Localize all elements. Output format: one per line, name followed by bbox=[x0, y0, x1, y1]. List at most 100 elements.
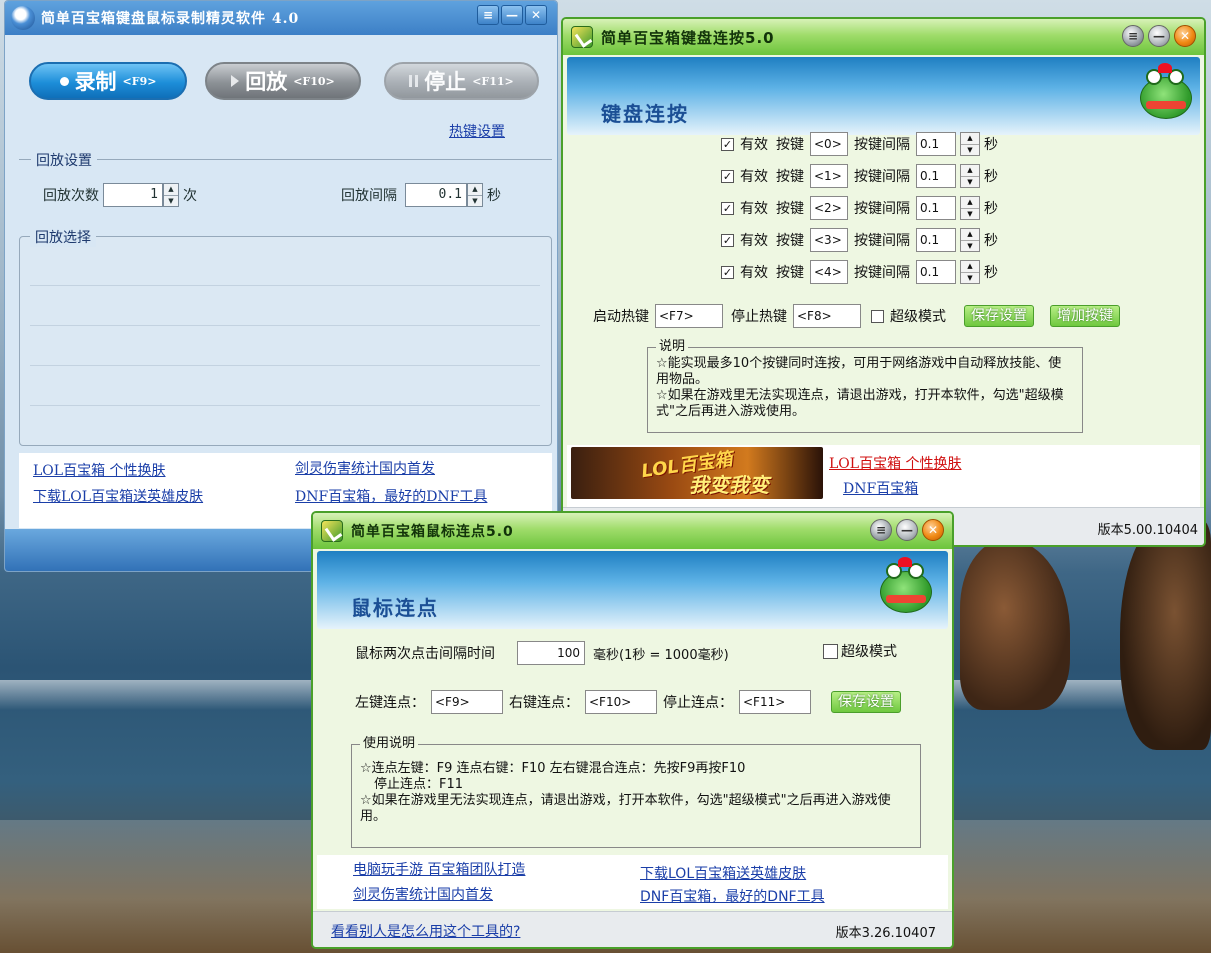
spin-down-icon[interactable]: ▼ bbox=[961, 176, 979, 188]
recorder-titlebar[interactable]: 简单百宝箱键盘鼠标录制精灵软件 4.0 ≡ — ✕ bbox=[5, 1, 557, 35]
spin-up-icon[interactable]: ▲ bbox=[961, 197, 979, 208]
interval-input[interactable]: 0.1 bbox=[916, 260, 956, 284]
spin-down-icon[interactable]: ▼ bbox=[961, 240, 979, 252]
save-settings-button[interactable]: 保存设置 bbox=[831, 691, 901, 713]
click-interval-unit: 毫秒(1秒 = 1000毫秒) bbox=[593, 647, 729, 663]
usage-video-link[interactable]: 看看别人是怎么用这个工具的? bbox=[331, 921, 520, 941]
dnf-link[interactable]: DNF百宝箱 bbox=[843, 478, 918, 498]
dnf-tool-link[interactable]: DNF百宝箱，最好的DNF工具 bbox=[640, 886, 825, 906]
interval-spinner[interactable]: ▲ ▼ bbox=[960, 260, 980, 284]
minimize-button[interactable]: — bbox=[896, 519, 918, 541]
record-button[interactable]: 录制 <F9> bbox=[29, 62, 187, 100]
ad-text: 我变我变 bbox=[689, 473, 769, 497]
hotkey-settings-link[interactable]: 热键设置 bbox=[449, 121, 505, 141]
spin-up-icon[interactable]: ▲ bbox=[961, 229, 979, 240]
version-label: 版本3.26.10407 bbox=[835, 926, 936, 941]
key-input[interactable]: <0> bbox=[810, 132, 848, 156]
dnf-tool-link[interactable]: DNF百宝箱，最好的DNF工具 bbox=[295, 486, 487, 506]
mouse-titlebar[interactable]: 简单百宝箱鼠标连点5.0 ≡ — ✕ bbox=[313, 513, 952, 549]
menu-button[interactable]: ≡ bbox=[870, 519, 892, 541]
close-button[interactable]: ✕ bbox=[525, 5, 547, 25]
valid-checkbox[interactable]: ✓ bbox=[721, 137, 734, 151]
key-row: ✓ 有效 按键 <4> 按键间隔 0.1 ▲ ▼ 秒 bbox=[721, 260, 998, 284]
playback-select-list[interactable]: 回放选择 bbox=[19, 227, 552, 446]
key-input[interactable]: <4> bbox=[810, 260, 848, 284]
key-input[interactable]: <2> bbox=[810, 196, 848, 220]
frog-mascot-icon bbox=[876, 557, 936, 617]
blade-soul-stats-link[interactable]: 剑灵伤害统计国内首发 bbox=[295, 458, 435, 478]
start-hotkey-label: 启动热键 bbox=[593, 309, 649, 325]
key-label: 按键 bbox=[776, 137, 804, 153]
save-settings-button[interactable]: 保存设置 bbox=[964, 305, 1034, 327]
key-row: ✓ 有效 按键 <2> 按键间隔 0.1 ▲ ▼ 秒 bbox=[721, 196, 998, 220]
minimize-button[interactable]: — bbox=[1148, 25, 1170, 47]
usage-line: ☆如果在游戏里无法实现连点，请退出游戏，打开本软件，勾选"超级模式"之后再进入游… bbox=[360, 793, 891, 824]
stop-click-hotkey-input[interactable]: <F11> bbox=[739, 690, 811, 714]
left-click-hotkey-input[interactable]: <F9> bbox=[431, 690, 503, 714]
interval-spinner[interactable]: ▲ ▼ bbox=[960, 196, 980, 220]
interval-input[interactable]: 0.1 bbox=[916, 164, 956, 188]
spin-down-icon[interactable]: ▼ bbox=[961, 144, 979, 156]
interval-spinner[interactable]: ▲ ▼ bbox=[960, 228, 980, 252]
spin-down-icon[interactable]: ▼ bbox=[164, 194, 178, 207]
interval-label: 按键间隔 bbox=[854, 169, 910, 185]
valid-checkbox[interactable]: ✓ bbox=[721, 169, 734, 183]
spin-down-icon[interactable]: ▼ bbox=[961, 208, 979, 220]
lol-ad-banner[interactable]: LOL百宝箱 我变我变 bbox=[571, 447, 823, 499]
spin-down-icon[interactable]: ▼ bbox=[468, 194, 482, 207]
playback-count-label: 回放次数 bbox=[43, 188, 99, 204]
interval-input[interactable]: 0.1 bbox=[916, 228, 956, 252]
lol-download-link[interactable]: 下载LOL百宝箱送英雄皮肤 bbox=[640, 863, 806, 883]
keyboard-window: 简单百宝箱键盘连按5.0 ≡ — ✕ 键盘连按 ✓ 有效 按键 <0> 按键间隔… bbox=[561, 17, 1206, 547]
menu-button[interactable]: ≡ bbox=[1122, 25, 1144, 47]
spin-up-icon[interactable]: ▲ bbox=[961, 165, 979, 176]
playback-count-input[interactable]: 1 bbox=[103, 183, 163, 207]
valid-checkbox[interactable]: ✓ bbox=[721, 265, 734, 279]
click-interval-input[interactable]: 100 bbox=[517, 641, 585, 665]
list-row-divider bbox=[30, 365, 540, 366]
start-hotkey-input[interactable]: <F7> bbox=[655, 304, 723, 328]
keyboard-titlebar[interactable]: 简单百宝箱键盘连按5.0 ≡ — ✕ bbox=[563, 19, 1204, 55]
interval-spinner[interactable]: ▲ ▼ bbox=[960, 132, 980, 156]
interval-input[interactable]: 0.1 bbox=[916, 196, 956, 220]
playback-interval-label: 回放间隔 bbox=[341, 188, 397, 204]
right-click-hotkey-input[interactable]: <F10> bbox=[585, 690, 657, 714]
minimize-button[interactable]: — bbox=[501, 5, 523, 25]
mobile-games-link[interactable]: 电脑玩手游 百宝箱团队打造 bbox=[353, 859, 525, 879]
close-button[interactable]: ✕ bbox=[1174, 25, 1196, 47]
usage-line: 停止连点：F11 bbox=[374, 777, 464, 792]
stop-hotkey-label: 停止热键 bbox=[731, 309, 787, 325]
lol-skin-link[interactable]: LOL百宝箱 个性换肤 bbox=[829, 453, 962, 473]
super-mode-checkbox[interactable] bbox=[823, 643, 838, 659]
keyboard-title: 简单百宝箱键盘连按5.0 bbox=[601, 28, 775, 47]
key-label: 按键 bbox=[776, 169, 804, 185]
play-button[interactable]: 回放 <F10> bbox=[205, 62, 361, 100]
spin-up-icon[interactable]: ▲ bbox=[468, 184, 482, 195]
stop-button[interactable]: 停止 <F11> bbox=[384, 62, 539, 100]
stop-hotkey-input[interactable]: <F8> bbox=[793, 304, 861, 328]
spin-up-icon[interactable]: ▲ bbox=[961, 261, 979, 272]
playback-interval-spinner[interactable]: ▲ ▼ bbox=[467, 183, 483, 207]
playback-count-spinner[interactable]: ▲ ▼ bbox=[163, 183, 179, 207]
valid-checkbox[interactable]: ✓ bbox=[721, 233, 734, 247]
lol-download-link[interactable]: 下载LOL百宝箱送英雄皮肤 bbox=[33, 486, 203, 506]
valid-checkbox[interactable]: ✓ bbox=[721, 201, 734, 215]
key-input[interactable]: <3> bbox=[810, 228, 848, 252]
spin-down-icon[interactable]: ▼ bbox=[961, 272, 979, 284]
play-label: 回放 bbox=[245, 70, 288, 94]
super-mode-checkbox[interactable] bbox=[871, 309, 884, 323]
playback-interval-input[interactable]: 0.1 bbox=[405, 183, 467, 207]
interval-input[interactable]: 0.1 bbox=[916, 132, 956, 156]
keyboard-banner-title: 键盘连按 bbox=[601, 102, 689, 126]
lol-skin-link[interactable]: LOL百宝箱 个性换肤 bbox=[33, 460, 166, 480]
spin-up-icon[interactable]: ▲ bbox=[961, 133, 979, 144]
menu-button[interactable]: ≡ bbox=[477, 5, 499, 25]
blade-soul-stats-link[interactable]: 剑灵伤害统计国内首发 bbox=[353, 884, 493, 904]
notes-legend: 说明 bbox=[656, 339, 689, 355]
close-button[interactable]: ✕ bbox=[922, 519, 944, 541]
interval-spinner[interactable]: ▲ ▼ bbox=[960, 164, 980, 188]
key-input[interactable]: <1> bbox=[810, 164, 848, 188]
add-key-button[interactable]: 增加按键 bbox=[1050, 305, 1120, 327]
interval-unit: 秒 bbox=[984, 265, 998, 281]
spin-up-icon[interactable]: ▲ bbox=[164, 184, 178, 195]
